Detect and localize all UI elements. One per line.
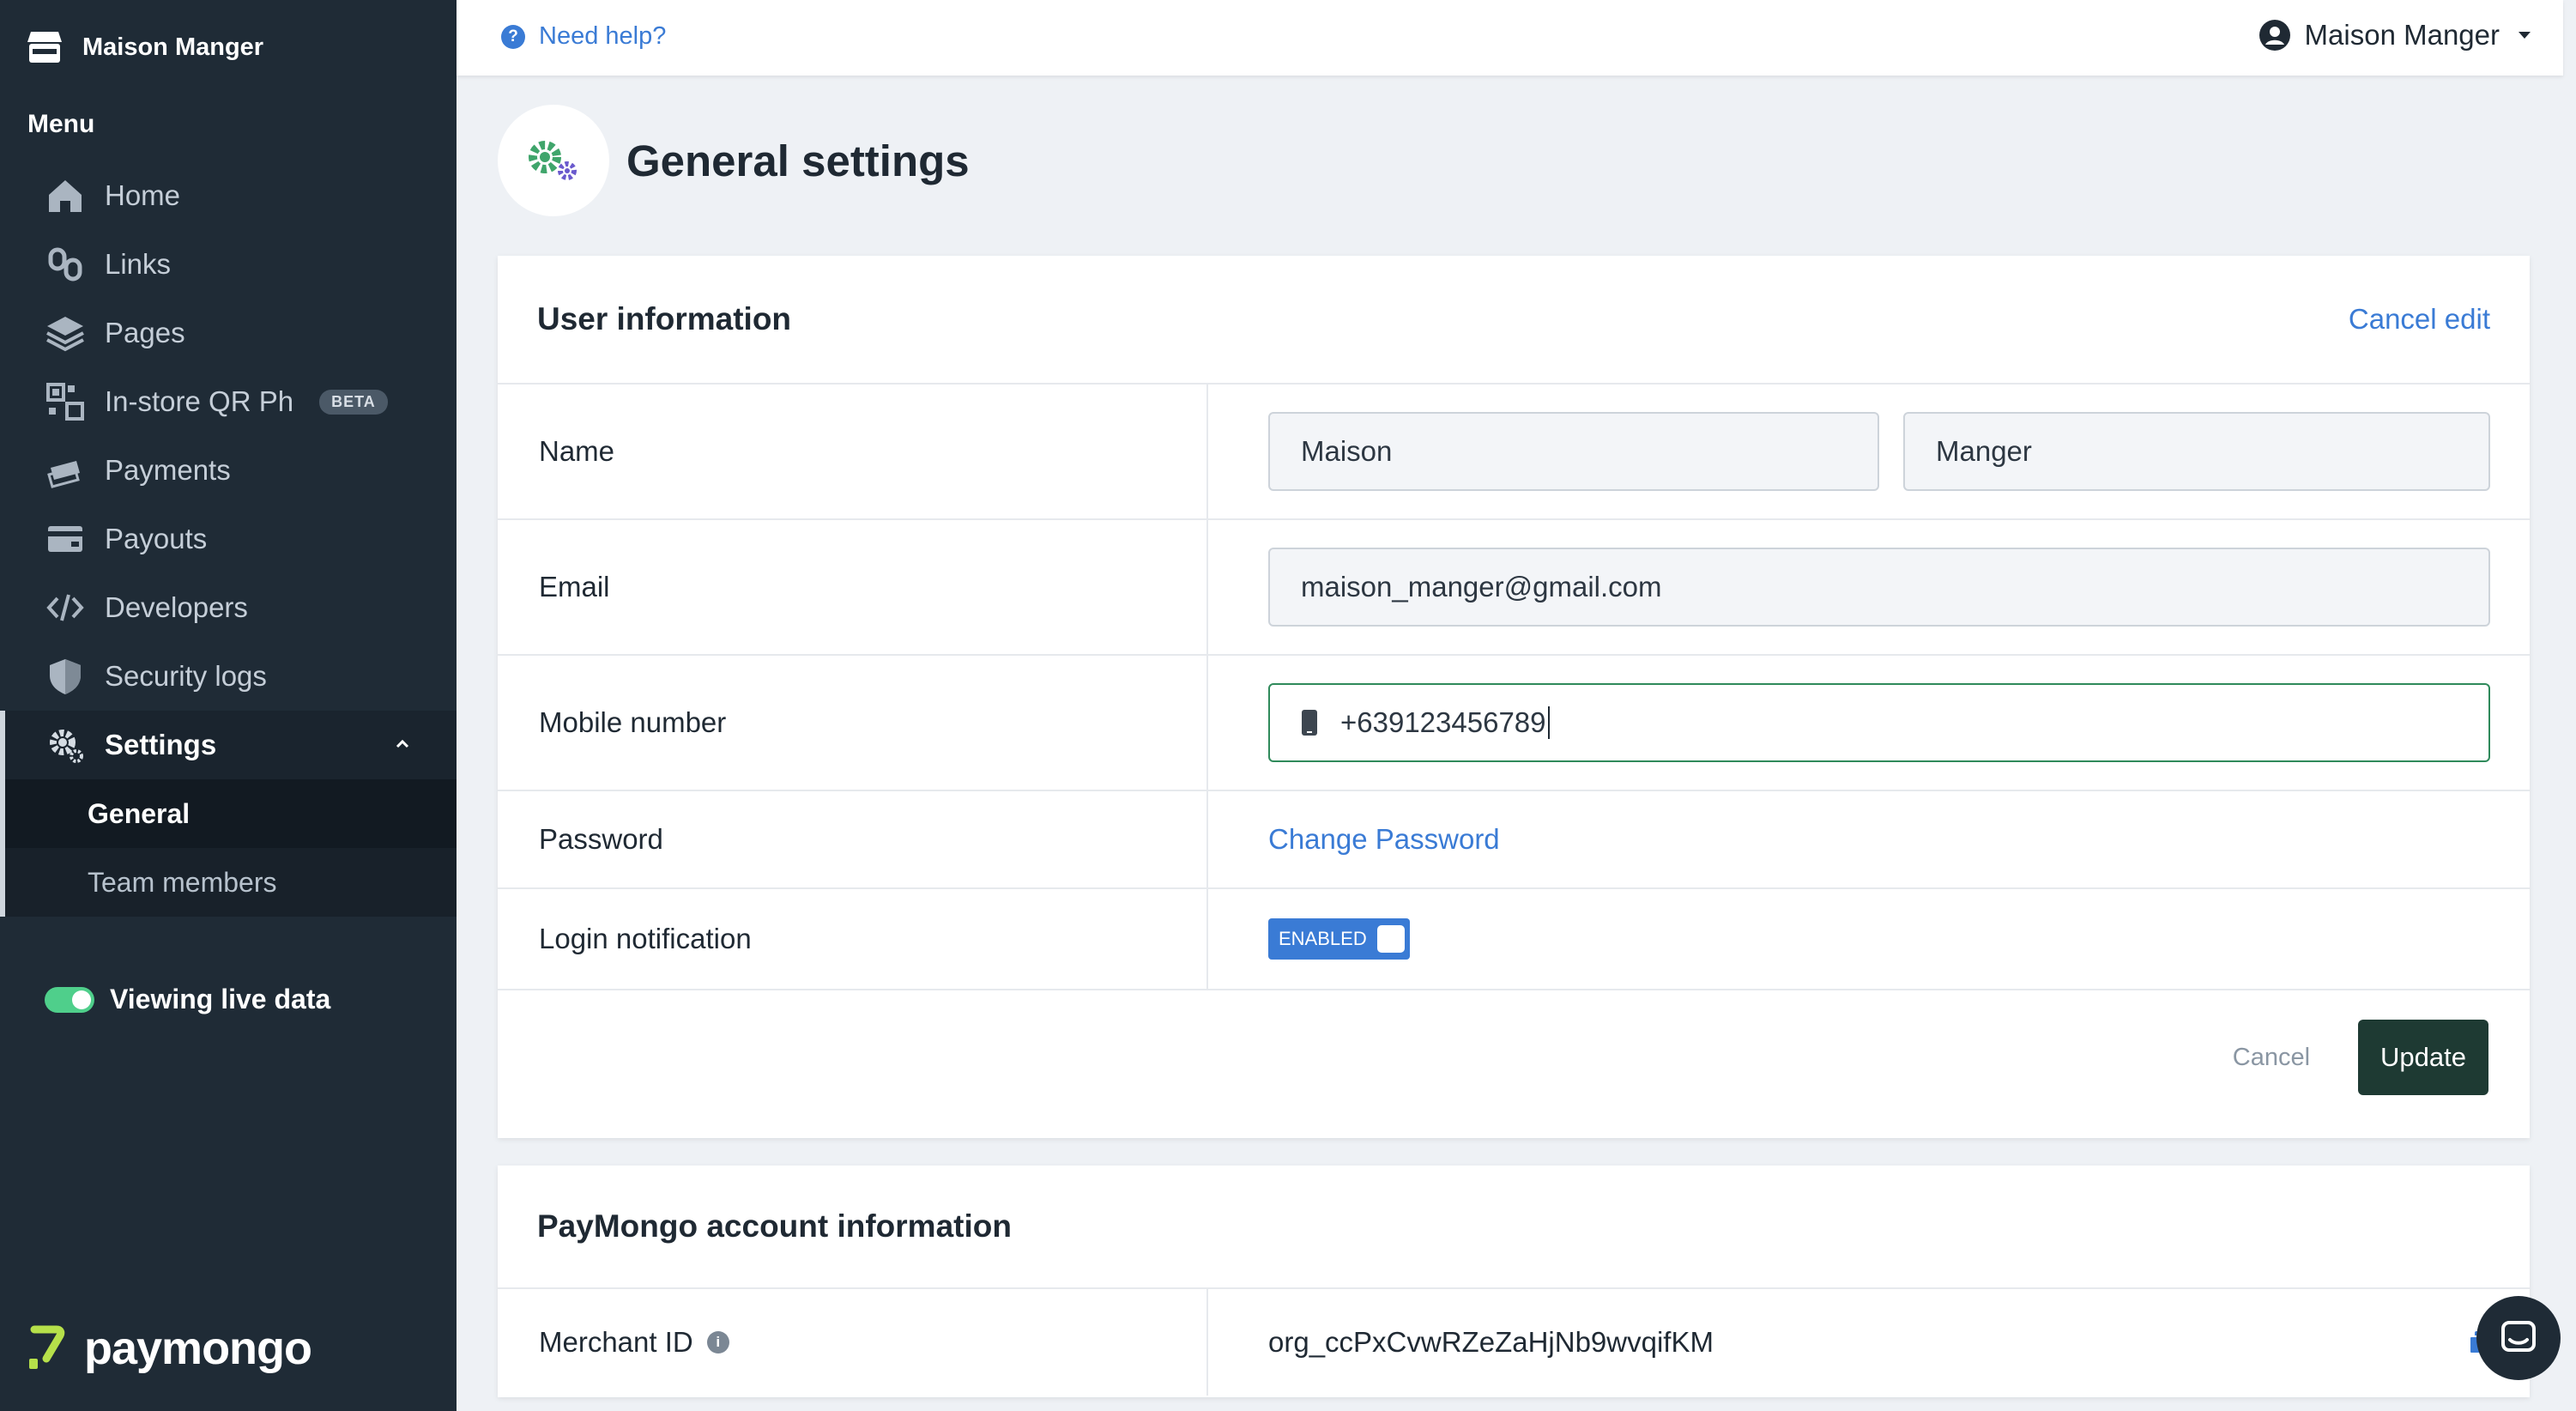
cancel-button[interactable]: Cancel [2233, 1044, 2310, 1072]
paymongo-logo-icon [29, 1325, 65, 1369]
sidebar-subitem-general[interactable]: General [0, 779, 457, 848]
help-link[interactable]: ? Need help? [501, 22, 666, 51]
login-notification-toggle[interactable]: ENABLED [1268, 918, 1410, 960]
name-fields: Maison Manger [1208, 385, 2530, 518]
menu-label: Menu [27, 110, 95, 138]
account-information-card: PayMongo account information Merchant ID… [498, 1166, 2530, 1397]
settings-gears-icon [498, 105, 609, 216]
email-input[interactable]: maison_manger@gmail.com [1268, 548, 2490, 627]
sidebar-item-label: Settings [105, 729, 217, 760]
merchant-id-value: org_ccPxCvwRZeZaHjNb9wvqifKM [1268, 1326, 1714, 1358]
merchant-id-row: Merchant ID i org_ccPxCvwRZeZaHjNb9wvqif… [498, 1289, 2530, 1396]
email-row: Email maison_manger@gmail.com [498, 520, 2530, 656]
card-header: PayMongo account information [498, 1166, 2530, 1289]
sidebar-item-label: Home [105, 179, 181, 211]
password-row: Password Change Password [498, 791, 2530, 889]
home-icon [45, 175, 86, 216]
toggle-knob [1376, 925, 1405, 953]
mobile-fields: +639123456789 [1208, 656, 2530, 790]
sidebar-item-label: Payments [105, 454, 231, 486]
chevron-down-icon [2519, 32, 2531, 39]
code-icon [45, 587, 86, 628]
sidebar-item-label: Payouts [105, 523, 208, 554]
name-row: Name Maison Manger [498, 385, 2530, 520]
top-bar: ? Need help? Maison Manger [457, 0, 2563, 76]
user-avatar-icon [2259, 20, 2290, 51]
login-notification-value: ENABLED [1208, 889, 2530, 989]
toggle-state-label: ENABLED [1279, 928, 1367, 949]
sidebar-item-developers[interactable]: Developers [0, 573, 457, 642]
sidebar-item-in-store-qr[interactable]: In-store QR Ph BETA [0, 367, 457, 436]
pages-icon [45, 312, 86, 354]
chat-icon [2501, 1321, 2536, 1352]
beta-badge: BETA [319, 389, 388, 415]
sidebar-item-pages[interactable]: Pages [0, 299, 457, 367]
user-information-card: User information Cancel edit Name Maison… [498, 256, 2530, 1138]
mobile-row: Mobile number +639123456789 [498, 656, 2530, 791]
shield-icon [45, 656, 86, 697]
sidebar-item-security-logs[interactable]: Security logs [0, 642, 457, 711]
store-icon [27, 32, 62, 63]
sidebar: Maison Manger Menu Home Links Pages In-s… [0, 0, 457, 1411]
sidebar-item-payouts[interactable]: Payouts [0, 505, 457, 573]
gear-icon [45, 724, 86, 766]
merchant-id-label-cell: Merchant ID i [498, 1289, 1208, 1396]
sidebar-nav: Home Links Pages In-store QR Ph BETA Pay… [0, 161, 457, 917]
live-data-toggle[interactable]: Viewing live data [45, 984, 330, 1015]
sidebar-item-payments[interactable]: Payments [0, 436, 457, 505]
mobile-label: Mobile number [498, 656, 1208, 790]
sidebar-subitem-team-members[interactable]: Team members [0, 848, 457, 917]
qr-icon [45, 381, 86, 422]
chevron-up-icon[interactable] [393, 735, 412, 754]
live-toggle-switch[interactable] [45, 986, 94, 1013]
login-notification-row: Login notification ENABLED [498, 889, 2530, 990]
settings-subnav: General Team members [0, 779, 457, 917]
payouts-icon [45, 518, 86, 560]
sidebar-item-label: Developers [105, 591, 248, 623]
live-data-label: Viewing live data [110, 984, 331, 1014]
form-actions: Cancel Update [2233, 1020, 2488, 1095]
page-title: General settings [626, 136, 970, 185]
login-notification-label: Login notification [498, 889, 1208, 989]
paymongo-logo: paymongo [26, 1322, 312, 1375]
page-header: General settings [498, 105, 970, 216]
email-label: Email [498, 520, 1208, 654]
merchant-id-label: Merchant ID [539, 1326, 693, 1358]
info-icon[interactable]: i [706, 1331, 729, 1353]
phone-icon [1302, 710, 1317, 736]
brand-name: Maison Manger [82, 33, 264, 61]
sidebar-item-label: Pages [105, 317, 185, 348]
card-header: User information Cancel edit [498, 256, 2530, 385]
chat-support-button[interactable] [2476, 1296, 2561, 1380]
user-menu[interactable]: Maison Manger [2259, 19, 2531, 51]
sidebar-item-home[interactable]: Home [0, 161, 457, 230]
logo-text: paymongo [84, 1323, 312, 1374]
cancel-edit-link[interactable]: Cancel edit [2349, 303, 2490, 336]
password-value: Change Password [1208, 791, 2530, 887]
text-cursor [1547, 706, 1550, 739]
card-title: PayMongo account information [537, 1208, 1012, 1244]
email-fields: maison_manger@gmail.com [1208, 520, 2530, 654]
sidebar-item-settings[interactable]: Settings [0, 711, 457, 779]
links-icon [45, 244, 86, 285]
card-title: User information [537, 301, 792, 336]
payments-icon [45, 450, 86, 491]
user-name: Maison Manger [2304, 19, 2500, 51]
help-icon: ? [501, 24, 525, 49]
sidebar-item-label: Links [105, 248, 172, 280]
mobile-number-value: +639123456789 [1340, 706, 1546, 738]
update-button[interactable]: Update [2358, 1020, 2488, 1095]
last-name-input[interactable]: Manger [1903, 412, 2490, 491]
merchant-id-value-cell: org_ccPxCvwRZeZaHjNb9wvqifKM [1208, 1289, 2530, 1396]
sidebar-item-links[interactable]: Links [0, 230, 457, 299]
password-label: Password [498, 791, 1208, 887]
sidebar-item-label: Security logs [105, 660, 267, 692]
change-password-link[interactable]: Change Password [1268, 823, 1500, 856]
mobile-number-input[interactable]: +639123456789 [1268, 683, 2490, 762]
sidebar-item-label: In-store QR Ph [105, 385, 294, 417]
name-label: Name [498, 385, 1208, 518]
brand[interactable]: Maison Manger [26, 26, 263, 69]
first-name-input[interactable]: Maison [1268, 412, 1879, 491]
help-label: Need help? [539, 22, 667, 50]
